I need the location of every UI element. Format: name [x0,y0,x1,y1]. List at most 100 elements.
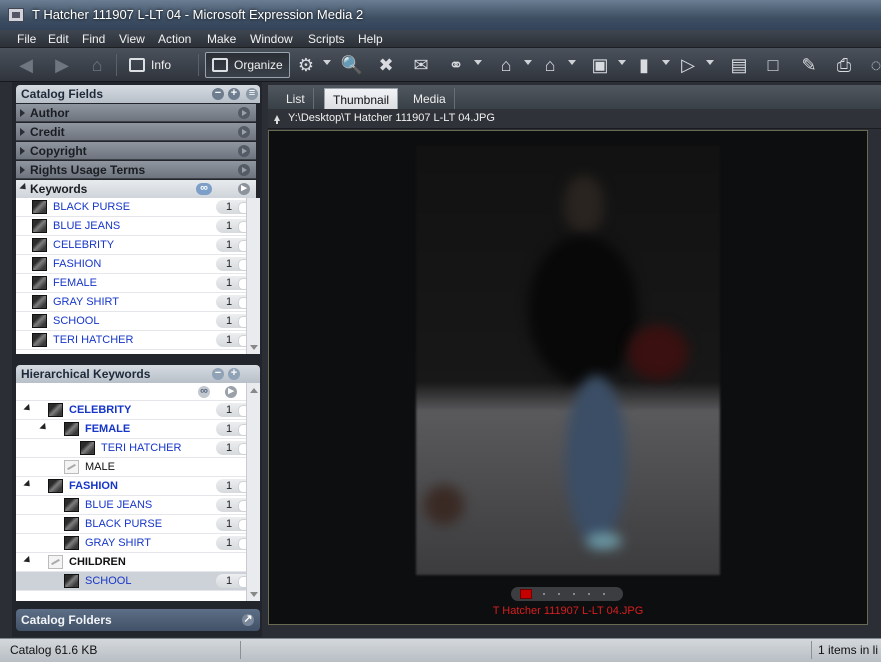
collapse-arrow-icon[interactable] [39,422,49,433]
chevron-down-icon[interactable] [323,60,331,65]
media-viewer[interactable]: T Hatcher 111907 L-LT 04.JPG [268,130,868,625]
hierarchy-item[interactable]: TERI HATCHER 1 [16,439,256,458]
expand-arrow-icon[interactable] [20,147,25,155]
magnify-document-icon[interactable]: 🔍 [340,53,364,77]
hierarchy-item[interactable]: FEMALE 1 [16,420,256,439]
overflow-icon[interactable]: ◌ [864,53,881,77]
forward-arrow-icon[interactable]: ▶ [50,53,74,77]
home-icon[interactable]: ⌂ [85,53,109,77]
chevron-down-icon[interactable] [474,60,482,65]
tab-thumbnail[interactable]: Thumbnail [324,88,399,109]
field-author[interactable]: Author [16,104,256,122]
go-arrow-icon[interactable]: ▸ [225,386,237,398]
bar-chart-icon[interactable]: ▮ [632,53,656,77]
organize-button[interactable]: Organize [205,52,290,78]
delete-x-icon[interactable]: ✖ [374,53,398,77]
panel-options-icon[interactable]: ≡ [246,88,258,100]
keyword-item[interactable]: GRAY SHIRT 1 [16,293,256,312]
play-slideshow-icon[interactable]: ▷ [676,53,700,77]
filmstrip-dot[interactable] [543,593,545,595]
menu-help[interactable]: Help [358,32,383,46]
menu-action[interactable]: Action [158,32,191,46]
hierarchy-label[interactable]: MALE [85,461,115,473]
collapse-arrow-icon[interactable] [23,403,33,414]
link-rings-icon[interactable]: ∞ [196,183,212,195]
hierarchy-label[interactable]: SCHOOL [85,575,131,587]
print-icon[interactable]: ⎙ [832,53,856,77]
back-arrow-icon[interactable]: ◀ [14,53,38,77]
keyword-item[interactable]: FASHION 1 [16,255,256,274]
info-button[interactable]: Info [122,52,178,78]
chevron-down-icon[interactable] [662,60,670,65]
hierarchy-label[interactable]: CELEBRITY [69,404,131,416]
hierarchy-item[interactable]: CHILDREN [16,553,256,572]
folder-options-icon[interactable]: ↗ [242,614,254,626]
scroll-down-arrow-icon[interactable] [250,592,258,597]
menu-find[interactable]: Find [82,32,105,46]
current-item-marker[interactable] [520,589,532,599]
filmstrip-nav[interactable] [511,587,623,601]
hierarchy-item[interactable]: CELEBRITY 1 [16,401,256,420]
hierarchy-item[interactable]: BLACK PURSE 1 [16,515,256,534]
keyword-label[interactable]: BLACK PURSE [53,201,130,213]
keyword-label[interactable]: BLUE JEANS [53,220,120,232]
gear-icon[interactable]: ⚙ [294,53,318,77]
view-mode-icon[interactable]: ▣ [588,53,612,77]
go-arrow-icon[interactable] [238,145,250,157]
keyword-item[interactable]: SCHOOL 1 [16,312,256,331]
collapse-arrow-icon[interactable] [19,182,29,193]
hierarchy-label[interactable]: BLACK PURSE [85,518,162,530]
chevron-down-icon[interactable] [706,60,714,65]
field-keywords[interactable]: Keywords ∞ ▸ [16,180,256,198]
menu-window[interactable]: Window [250,32,293,46]
collapse-arrow-icon[interactable] [23,555,33,566]
hierarchical-keywords-header[interactable]: Hierarchical Keywords − + [16,365,260,383]
keyword-label[interactable]: FASHION [53,258,101,270]
tab-media[interactable]: Media [405,88,455,109]
upload-house-icon[interactable]: ⌂ [494,53,518,77]
tab-list[interactable]: List [278,88,314,109]
expand-arrow-icon[interactable] [20,109,25,117]
keyword-label[interactable]: CELEBRITY [53,239,114,251]
keyword-item[interactable]: BLACK PURSE 1 [16,198,256,217]
field-credit[interactable]: Credit [16,123,256,141]
hierarchy-label[interactable]: FEMALE [85,423,130,435]
microphone-icon[interactable]: ⚭ [444,53,468,77]
keyword-item[interactable]: TERI HATCHER 1 [16,331,256,350]
keyword-label[interactable]: GRAY SHIRT [53,296,119,308]
filmstrip-dot[interactable] [573,593,575,595]
keyword-item[interactable]: CELEBRITY 1 [16,236,256,255]
window-frame-icon[interactable]: □ [761,53,785,77]
collapse-arrow-icon[interactable] [23,479,33,490]
import-house-icon[interactable]: ⌂ [538,53,562,77]
plus-icon[interactable]: + [228,88,240,100]
hierarchy-item[interactable]: FASHION 1 [16,477,256,496]
expand-arrow-icon[interactable] [20,166,25,174]
field-rights-usage-terms[interactable]: Rights Usage Terms [16,161,256,179]
pencil-icon[interactable]: ✎ [797,53,821,77]
filmstrip-dot[interactable] [558,593,560,595]
hierarchy-item[interactable]: SCHOOL 1 [16,572,256,591]
photo-preview[interactable] [416,145,720,575]
menu-make[interactable]: Make [207,32,236,46]
layout-icon[interactable]: ▤ [727,53,751,77]
chevron-down-icon[interactable] [524,60,532,65]
hierarchy-label[interactable]: BLUE JEANS [85,499,152,511]
keyword-item[interactable]: FEMALE 1 [16,274,256,293]
minus-icon[interactable]: − [212,88,224,100]
go-arrow-icon[interactable] [238,164,250,176]
up-arrow-icon[interactable] [274,115,280,124]
keyword-label[interactable]: SCHOOL [53,315,99,327]
go-arrow-icon[interactable]: ▸ [238,183,250,195]
link-rings-icon[interactable]: ∞ [198,386,210,398]
hierarchy-label[interactable]: CHILDREN [69,556,126,568]
hierarchy-scrollbar[interactable] [246,383,260,601]
hierarchy-item[interactable]: GRAY SHIRT 1 [16,534,256,553]
keyword-item[interactable]: BLUE JEANS 1 [16,217,256,236]
expand-arrow-icon[interactable] [20,128,25,136]
hierarchy-label[interactable]: TERI HATCHER [101,442,181,454]
go-arrow-icon[interactable] [238,126,250,138]
minus-icon[interactable]: − [212,368,224,380]
filmstrip-dot[interactable] [603,593,605,595]
mail-icon[interactable]: ✉ [409,53,433,77]
